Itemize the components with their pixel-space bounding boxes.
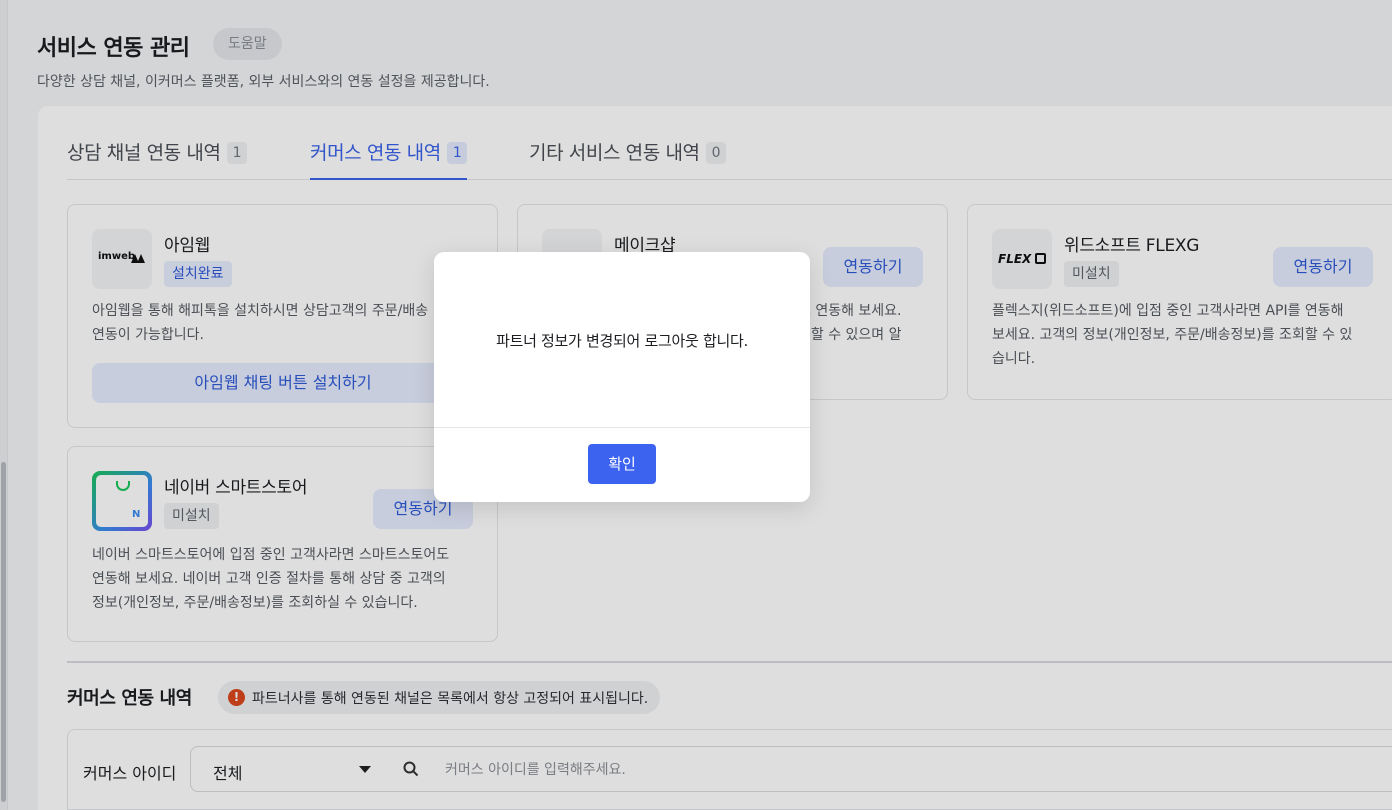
dialog-divider — [434, 427, 810, 428]
logout-alert-dialog: 파트너 정보가 변경되어 로그아웃 합니다. 확인 — [434, 252, 810, 502]
page: 서비스 연동 관리 도움말 다양한 상담 채널, 이커머스 플랫폼, 외부 서비… — [0, 0, 1392, 810]
dialog-message: 파트너 정보가 변경되어 로그아웃 합니다. — [496, 332, 748, 350]
confirm-button[interactable]: 확인 — [588, 444, 656, 484]
